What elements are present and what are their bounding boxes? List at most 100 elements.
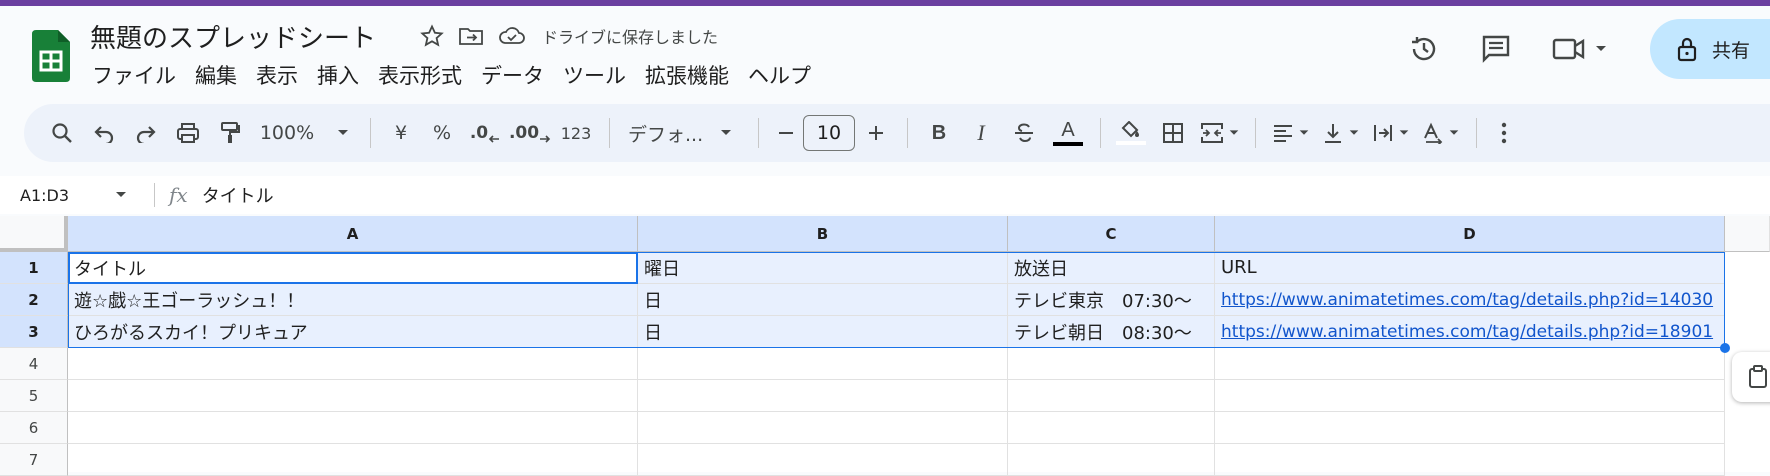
search-menus-button[interactable] <box>42 113 82 153</box>
cell-d2[interactable]: https://www.animatetimes.com/tag/details… <box>1215 284 1725 316</box>
document-title[interactable]: 無題のスプレッドシート <box>90 18 376 55</box>
empty-row[interactable] <box>68 348 638 380</box>
menu-file[interactable]: ファイル <box>92 60 187 90</box>
text-rotation-button[interactable] <box>1416 113 1466 153</box>
url-link[interactable]: https://www.animatetimes.com/tag/details… <box>1221 322 1713 342</box>
menu-help[interactable]: ヘルプ <box>748 60 822 90</box>
borders-button[interactable] <box>1151 113 1195 153</box>
menu-insert[interactable]: 挿入 <box>317 60 370 90</box>
more-options-button[interactable] <box>1487 113 1521 153</box>
menu-extensions[interactable]: 拡張機能 <box>645 60 740 90</box>
cell-c2[interactable]: テレビ東京 07:30～ <box>1008 284 1215 316</box>
undo-button[interactable] <box>82 113 126 153</box>
row-header-2[interactable]: 2 <box>0 284 68 316</box>
empty-row[interactable] <box>638 412 1008 444</box>
formula-input[interactable]: タイトル <box>202 182 274 208</box>
cell-c1[interactable]: 放送日 <box>1008 252 1215 284</box>
redo-button[interactable] <box>126 113 166 153</box>
column-header-a[interactable]: A <box>68 216 638 252</box>
row-header-3[interactable]: 3 <box>0 316 68 348</box>
star-icon[interactable] <box>420 24 444 48</box>
row-header-6[interactable]: 6 <box>0 412 68 444</box>
chevron-down-icon <box>116 192 126 197</box>
decrease-font-size-button[interactable] <box>769 113 803 153</box>
empty-row[interactable] <box>1215 412 1725 444</box>
toolbar-divider <box>370 118 371 148</box>
menu-view[interactable]: 表示 <box>256 60 309 90</box>
paste-options-button[interactable] <box>1732 352 1770 402</box>
column-header-b[interactable]: B <box>638 216 1008 252</box>
cell-a2[interactable]: 遊☆戯☆王ゴーラッシュ！！ <box>68 284 638 316</box>
cell-b1[interactable]: 曜日 <box>638 252 1008 284</box>
column-header-d[interactable]: D <box>1215 216 1725 252</box>
toolbar: 100% ¥ % .0 .00 123 デフォ... 10 B I A <box>24 104 1770 162</box>
move-folder-icon[interactable] <box>458 24 484 48</box>
sheets-logo-icon[interactable] <box>32 30 70 82</box>
empty-row[interactable] <box>638 380 1008 412</box>
share-button[interactable]: 共有 <box>1650 19 1770 79</box>
share-label: 共有 <box>1712 39 1751 62</box>
empty-row[interactable] <box>1215 444 1725 476</box>
increase-decimal-button[interactable]: .00 <box>507 113 553 153</box>
font-size-input[interactable]: 10 <box>803 115 855 151</box>
decrease-decimal-button[interactable]: .0 <box>463 113 507 153</box>
fill-color-button[interactable] <box>1111 113 1151 153</box>
arrow-right-icon <box>540 135 551 143</box>
chevron-down-icon <box>1349 130 1359 135</box>
menu-tools[interactable]: ツール <box>563 60 637 90</box>
menu-edit[interactable]: 編集 <box>195 60 248 90</box>
increase-font-size-button[interactable] <box>855 113 897 153</box>
row-header-1[interactable]: 1 <box>0 252 68 284</box>
percent-format-button[interactable]: % <box>421 113 463 153</box>
more-formats-button[interactable]: 123 <box>553 113 599 153</box>
text-wrapping-button[interactable] <box>1366 113 1416 153</box>
row-header-5[interactable]: 5 <box>0 380 68 412</box>
cloud-saved-icon[interactable] <box>498 25 526 47</box>
bold-button[interactable]: B <box>918 113 960 153</box>
cell-b3[interactable]: 日 <box>638 316 1008 348</box>
empty-row[interactable] <box>1008 348 1215 380</box>
zoom-select[interactable]: 100% <box>250 113 360 153</box>
empty-row[interactable] <box>1215 348 1725 380</box>
cell-a3[interactable]: ひろがるスカイ！プリキュア <box>68 316 638 348</box>
empty-row[interactable] <box>638 348 1008 380</box>
fill-handle[interactable] <box>1720 343 1730 353</box>
url-link[interactable]: https://www.animatetimes.com/tag/details… <box>1221 290 1713 310</box>
print-button[interactable] <box>166 113 210 153</box>
meet-button[interactable] <box>1540 21 1620 77</box>
italic-button[interactable]: I <box>960 113 1002 153</box>
menu-data[interactable]: データ <box>481 60 555 90</box>
horizontal-align-button[interactable] <box>1266 113 1316 153</box>
version-history-button[interactable] <box>1396 21 1452 77</box>
strikethrough-button[interactable] <box>1002 113 1046 153</box>
row-header-4[interactable]: 4 <box>0 348 68 380</box>
cell-d3[interactable]: https://www.animatetimes.com/tag/details… <box>1215 316 1725 348</box>
text-color-button[interactable]: A <box>1046 113 1090 153</box>
paint-format-button[interactable] <box>210 113 250 153</box>
select-all-corner[interactable] <box>0 216 68 252</box>
cell-c3[interactable]: テレビ朝日 08:30～ <box>1008 316 1215 348</box>
empty-row[interactable] <box>1008 412 1215 444</box>
empty-row[interactable] <box>68 380 638 412</box>
empty-row[interactable] <box>68 412 638 444</box>
redo-icon <box>136 126 156 143</box>
cell-a1[interactable]: タイトル <box>68 252 638 284</box>
empty-row[interactable] <box>68 444 638 476</box>
column-header-c[interactable]: C <box>1008 216 1215 252</box>
empty-row[interactable] <box>1008 444 1215 476</box>
cell-d1[interactable]: URL <box>1215 252 1725 284</box>
currency-format-button[interactable]: ¥ <box>381 113 421 153</box>
merge-cells-button[interactable] <box>1195 113 1245 153</box>
menu-format[interactable]: 表示形式 <box>378 60 473 90</box>
comments-button[interactable] <box>1468 21 1524 77</box>
name-box[interactable]: A1:D3 <box>0 180 140 210</box>
empty-row[interactable] <box>1008 380 1215 412</box>
empty-row[interactable] <box>638 444 1008 476</box>
undo-icon <box>94 126 114 143</box>
font-family-select[interactable]: デフォ... <box>620 113 748 153</box>
empty-row[interactable] <box>1215 380 1725 412</box>
column-header-e[interactable] <box>1725 216 1770 252</box>
vertical-align-button[interactable] <box>1316 113 1366 153</box>
row-header-7[interactable]: 7 <box>0 444 68 476</box>
cell-b2[interactable]: 日 <box>638 284 1008 316</box>
